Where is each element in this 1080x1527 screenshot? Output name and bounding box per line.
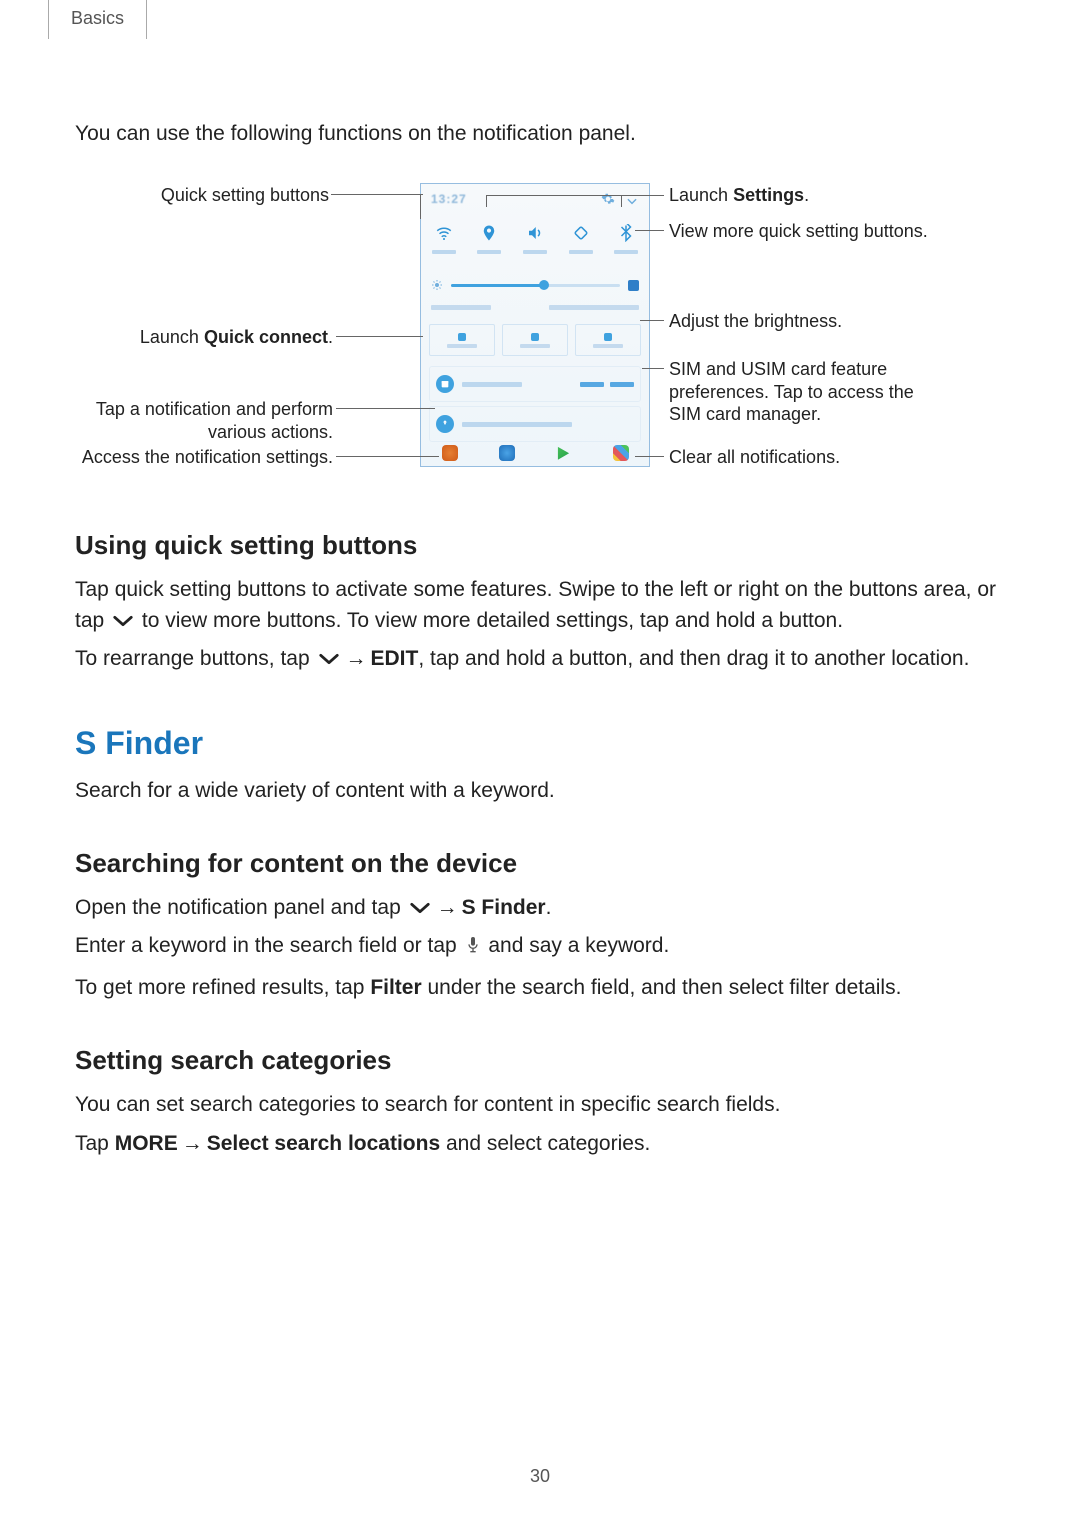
callout-launch-quick-connect: Launch Quick connect. (75, 326, 333, 349)
bluetooth-icon (616, 223, 636, 243)
rotate-icon (571, 223, 591, 243)
phone-time-text: 13:27 (431, 192, 467, 206)
app-icon (613, 445, 629, 461)
callout-access-settings: Access the notification settings. (75, 446, 333, 469)
callout-launch-settings: Launch Settings. (669, 184, 999, 207)
sound-icon (525, 223, 545, 243)
app-icon (499, 445, 515, 461)
quick-settings-labels (421, 250, 649, 260)
callout-clear: Clear all notifications. (669, 446, 999, 469)
quick-connect-bar (421, 298, 649, 316)
location-icon (479, 223, 499, 243)
intro-text: You can use the following functions on t… (75, 120, 1005, 147)
heading-s-finder: S Finder (75, 725, 1005, 762)
app-icon (442, 445, 458, 461)
callout-quick-setting-buttons: Quick setting buttons (75, 184, 329, 207)
notification-item (429, 366, 641, 402)
callout-tap-notification: Tap a notification and perform various a… (75, 398, 333, 443)
calendar-icon (436, 375, 454, 393)
paragraph: Open the notification panel and tap →S F… (75, 893, 1005, 923)
subheading-searching: Searching for content on the device (75, 848, 1005, 879)
section-tab: Basics (48, 0, 147, 39)
page-number: 30 (0, 1466, 1080, 1487)
notification-item (429, 406, 641, 442)
auto-brightness-checkbox (628, 280, 639, 291)
paragraph: Tap quick setting buttons to activate so… (75, 575, 1005, 636)
phone-screenshot: 13:27 (420, 183, 650, 467)
brightness-icon (431, 279, 443, 291)
subheading-categories: Setting search categories (75, 1045, 1005, 1076)
sim-card-2 (502, 324, 568, 356)
paragraph: You can set search categories to search … (75, 1090, 1005, 1120)
sim-card-3 (575, 324, 641, 356)
app-icon (556, 445, 572, 461)
chevron-down-icon (112, 613, 134, 629)
paragraph: Tap MORE→Select search locations and sel… (75, 1129, 1005, 1159)
paragraph: Enter a keyword in the search field or t… (75, 931, 1005, 964)
notification-panel-diagram: 13:27 (75, 168, 1005, 488)
sim-card-1 (429, 324, 495, 356)
chevron-down-icon (409, 900, 431, 916)
transfer-icon (436, 415, 454, 433)
wifi-icon (434, 223, 454, 243)
quick-settings-row (421, 214, 649, 252)
callout-sim: SIM and USIM card feature preferences. T… (669, 358, 999, 426)
chevron-down-icon (318, 651, 340, 667)
microphone-icon (465, 934, 481, 964)
sim-cards-row (421, 320, 649, 360)
chevron-down-icon (625, 194, 639, 208)
paragraph: To rearrange buttons, tap →EDIT, tap and… (75, 644, 1005, 674)
paragraph: Search for a wide variety of content wit… (75, 776, 1005, 806)
app-dock (421, 440, 649, 466)
subheading-quick-setting: Using quick setting buttons (75, 530, 1005, 561)
callout-view-more: View more quick setting buttons. (669, 220, 999, 243)
brightness-slider (431, 274, 639, 296)
manual-page: Basics You can use the following functio… (0, 0, 1080, 1527)
paragraph: To get more refined results, tap Filter … (75, 973, 1005, 1003)
callout-brightness: Adjust the brightness. (669, 310, 999, 333)
